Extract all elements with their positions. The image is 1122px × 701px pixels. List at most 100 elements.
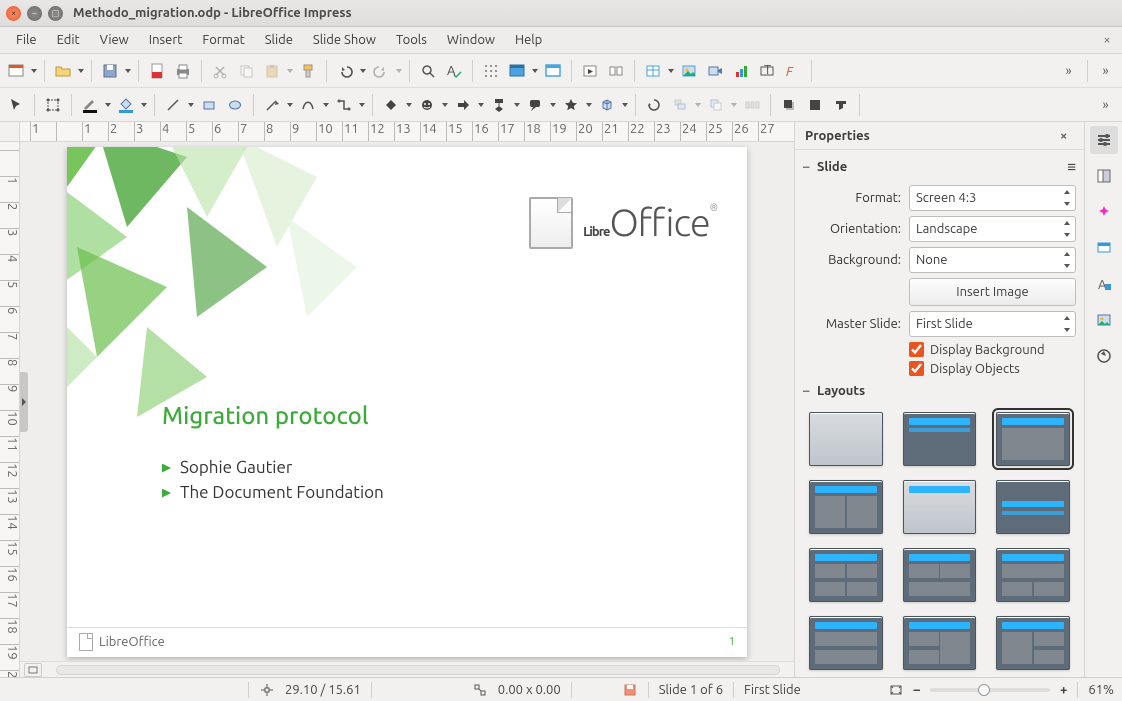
arrow-dropdown[interactable] xyxy=(286,103,294,107)
display-objects-input[interactable] xyxy=(909,361,924,376)
curve-tool[interactable] xyxy=(296,92,320,118)
connector-dropdown[interactable] xyxy=(358,103,366,107)
layout-title-content[interactable] xyxy=(996,412,1070,466)
undo-dropdown[interactable] xyxy=(359,69,367,73)
layout-1over2[interactable] xyxy=(996,548,1070,602)
shadow-button[interactable] xyxy=(777,92,801,118)
close-window-button[interactable]: × xyxy=(6,6,21,21)
section-menu-icon[interactable]: ≡ xyxy=(1067,158,1076,176)
align-button[interactable] xyxy=(668,92,692,118)
slide-panel-toggle[interactable] xyxy=(20,372,28,432)
redo-dropdown[interactable] xyxy=(395,69,403,73)
ellipse-tool[interactable] xyxy=(223,92,247,118)
callout-dropdown[interactable] xyxy=(549,103,557,107)
start-current-button[interactable] xyxy=(604,58,628,84)
insert-image-button[interactable]: Insert Image xyxy=(909,278,1076,306)
layout-centered-text[interactable] xyxy=(996,480,1070,534)
orientation-select[interactable]: Landscape xyxy=(909,216,1076,242)
master-slide-button[interactable] xyxy=(541,58,565,84)
clone-formatting-button[interactable] xyxy=(296,58,320,84)
layout-2stack[interactable] xyxy=(809,616,883,670)
insert-textbox-button[interactable]: T xyxy=(755,58,779,84)
layout-two-content[interactable] xyxy=(809,480,883,534)
tab-properties[interactable] xyxy=(1090,126,1118,154)
menu-window[interactable]: Window xyxy=(437,29,505,51)
zoom-pan-button[interactable] xyxy=(41,92,65,118)
layout-2over1[interactable] xyxy=(903,548,977,602)
tab-animation[interactable] xyxy=(1090,198,1118,226)
copy-button[interactable] xyxy=(234,58,258,84)
slide-count[interactable]: Slide 1 of 6 xyxy=(659,683,723,697)
slide-bullets[interactable]: Sophie Gautier The Document Foundation xyxy=(162,452,384,508)
arrange-button[interactable] xyxy=(704,92,728,118)
menu-edit[interactable]: Edit xyxy=(47,29,90,51)
menu-insert[interactable]: Insert xyxy=(139,29,193,51)
export-pdf-button[interactable] xyxy=(145,58,169,84)
first-slide-scroll-button[interactable] xyxy=(24,663,42,677)
arrange-dropdown[interactable] xyxy=(730,103,738,107)
flowchart-button[interactable] xyxy=(487,92,511,118)
layout-left1right2[interactable] xyxy=(996,616,1070,670)
start-beginning-button[interactable] xyxy=(578,58,602,84)
curve-dropdown[interactable] xyxy=(322,103,330,107)
3d-dropdown[interactable] xyxy=(621,103,629,107)
toolbar-overflow-2[interactable]: » xyxy=(1094,58,1118,84)
align-dropdown[interactable] xyxy=(694,103,702,107)
block-arrows-button[interactable] xyxy=(451,92,475,118)
insert-av-button[interactable] xyxy=(703,58,727,84)
fill-color-dropdown[interactable] xyxy=(140,103,148,107)
basic-shapes-button[interactable] xyxy=(379,92,403,118)
callout-button[interactable] xyxy=(523,92,547,118)
filter-button[interactable] xyxy=(829,92,853,118)
insert-chart-button[interactable] xyxy=(729,58,753,84)
slide-canvas[interactable]: LibreOffice® Migration protocol Sophie G… xyxy=(20,142,794,661)
fill-color-button[interactable] xyxy=(114,92,138,118)
new-dropdown[interactable] xyxy=(30,69,38,73)
background-select[interactable]: None xyxy=(909,247,1076,273)
distribute-button[interactable] xyxy=(740,92,764,118)
line-color-dropdown[interactable] xyxy=(104,103,112,107)
drawing-overflow[interactable]: » xyxy=(1094,92,1118,118)
crop-button[interactable] xyxy=(803,92,827,118)
display-objects-checkbox[interactable]: Display Objects xyxy=(909,361,1076,376)
display-background-checkbox[interactable]: Display Background xyxy=(909,342,1076,357)
symbol-shapes-button[interactable] xyxy=(415,92,439,118)
menu-view[interactable]: View xyxy=(90,29,139,51)
display-views-dropdown[interactable] xyxy=(531,69,539,73)
find-replace-button[interactable] xyxy=(416,58,440,84)
zoom-thumb[interactable] xyxy=(978,684,990,696)
tab-navigator[interactable] xyxy=(1090,342,1118,370)
zoom-out-button[interactable]: – xyxy=(914,683,921,697)
line-dropdown[interactable] xyxy=(187,103,195,107)
stars-dropdown[interactable] xyxy=(585,103,593,107)
snap-grid-button[interactable] xyxy=(479,58,503,84)
tab-slide-transition[interactable] xyxy=(1090,162,1118,190)
block-arrows-dropdown[interactable] xyxy=(477,103,485,107)
connector-tool[interactable] xyxy=(332,92,356,118)
save-dropdown[interactable] xyxy=(124,69,132,73)
rectangle-tool[interactable] xyxy=(197,92,221,118)
tab-gallery[interactable] xyxy=(1090,306,1118,334)
symbol-dropdown[interactable] xyxy=(441,103,449,107)
toolbar-overflow[interactable]: » xyxy=(1057,58,1081,84)
open-dropdown[interactable] xyxy=(77,69,85,73)
slide-title[interactable]: Migration protocol xyxy=(162,402,369,429)
cut-button[interactable] xyxy=(208,58,232,84)
insert-table-button[interactable] xyxy=(641,58,665,84)
menu-help[interactable]: Help xyxy=(505,29,552,51)
section-layouts[interactable]: – Layouts xyxy=(803,380,1076,402)
menu-format[interactable]: Format xyxy=(192,29,254,51)
menu-tools[interactable]: Tools xyxy=(386,29,437,51)
display-views-button[interactable] xyxy=(505,58,529,84)
paste-dropdown[interactable] xyxy=(286,69,294,73)
paste-button[interactable] xyxy=(260,58,284,84)
3d-button[interactable] xyxy=(595,92,619,118)
redo-button[interactable] xyxy=(369,58,393,84)
minimize-window-button[interactable]: – xyxy=(27,6,42,21)
table-dropdown[interactable] xyxy=(667,69,675,73)
display-background-input[interactable] xyxy=(909,342,924,357)
section-slide[interactable]: – Slide ≡ xyxy=(803,154,1076,180)
zoom-percent[interactable]: 61% xyxy=(1088,683,1114,697)
insert-fontwork-button[interactable]: F xyxy=(781,58,805,84)
menu-file[interactable]: File xyxy=(6,29,47,51)
